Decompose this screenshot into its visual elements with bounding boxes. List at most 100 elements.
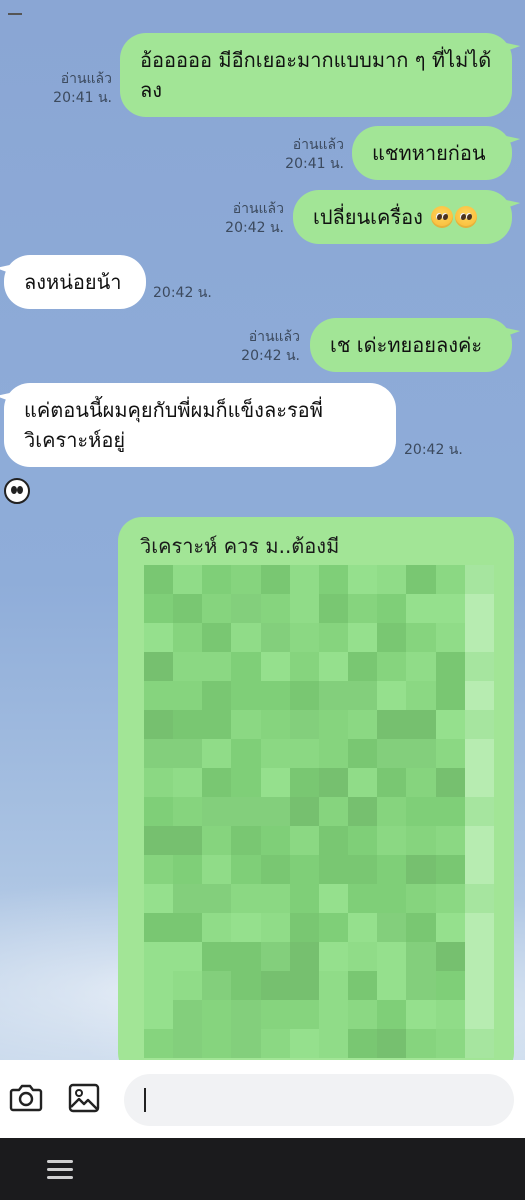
message-meta: 20:42 น. — [153, 284, 233, 303]
message-bubble-outgoing[interactable]: แชทหายก่อน — [352, 126, 512, 180]
mosaic-tile — [144, 942, 174, 971]
message-meta: อ่านแล้ว 20:42 น. — [210, 200, 284, 238]
mosaic-tile — [435, 565, 465, 594]
mosaic-tile — [289, 768, 319, 797]
mosaic-tile — [348, 594, 378, 623]
mosaic-tile — [289, 797, 319, 826]
mosaic-tile — [260, 710, 290, 739]
message-bubble-incoming[interactable]: ลงหน่อยน้า — [4, 255, 146, 309]
message-bubble-outgoing[interactable]: เช เด่ะทยอยลงค่ะ — [310, 318, 512, 372]
mosaic-tile — [318, 739, 349, 768]
mosaic-tile — [231, 826, 261, 855]
menu-icon[interactable] — [44, 1158, 76, 1182]
mosaic-tile — [377, 1000, 407, 1029]
mosaic-tile — [464, 739, 494, 768]
camera-icon[interactable] — [6, 1078, 46, 1118]
mosaic-tile — [377, 681, 407, 710]
mosaic-tile — [348, 1029, 378, 1058]
mosaic-tile — [435, 797, 465, 826]
mosaic-tile — [173, 681, 203, 710]
message-bubble-incoming[interactable]: แค่ตอนนี้ผมคุยกับพี่ผมก็แข็งละรอพี่วิเคร… — [4, 383, 396, 467]
mosaic-tile — [377, 855, 407, 884]
message-meta: 20:42 น. — [404, 441, 484, 460]
mosaic-tile — [464, 652, 494, 681]
mosaic-tile — [406, 710, 436, 739]
mosaic-tile — [231, 652, 261, 681]
mosaic-tile — [260, 913, 290, 942]
chat-area[interactable]: อ่านแล้ว 20:41 น. อ้อออออ มีอีกเยอะมากแบ… — [0, 0, 525, 1060]
mosaic-tile — [202, 1000, 232, 1029]
message-bubble-outgoing[interactable]: อ้อออออ มีอีกเยอะมากแบบมาก ๆ ที่ไม่ได้ลง — [120, 33, 512, 117]
mosaic-tile — [202, 971, 232, 1000]
mosaic-tile — [318, 826, 349, 855]
mosaic-tile — [144, 913, 174, 942]
mosaic-tile — [289, 942, 319, 971]
mosaic-tile — [406, 913, 436, 942]
mosaic-tile — [231, 739, 261, 768]
mosaic-tile — [289, 652, 319, 681]
mosaic-tile — [377, 768, 407, 797]
message-text: อ้อออออ มีอีกเยอะมากแบบมาก ๆ ที่ไม่ได้ลง — [140, 48, 492, 102]
mosaic-tile — [464, 710, 494, 739]
mosaic-tile — [231, 855, 261, 884]
mosaic-tile — [318, 710, 349, 739]
message-input[interactable] — [124, 1074, 514, 1126]
mosaic-tile — [318, 942, 349, 971]
mosaic-tile — [435, 971, 465, 1000]
mosaic-tile — [289, 594, 319, 623]
message-bubble-outgoing[interactable]: เปลี่ยนเครื่อง — [293, 190, 512, 244]
mosaic-tile — [406, 942, 436, 971]
pleading-face-icon — [431, 206, 454, 228]
mosaic-tile — [435, 1000, 465, 1029]
mosaic-tile — [318, 884, 349, 913]
mosaic-tile — [348, 884, 378, 913]
mosaic-tile — [231, 913, 261, 942]
mosaic-tile — [318, 652, 349, 681]
mosaic-tile — [173, 565, 203, 594]
mosaic-tile — [377, 884, 407, 913]
mosaic-tile — [377, 971, 407, 1000]
pleading-face-icon — [455, 206, 478, 228]
mosaic-tile — [202, 1029, 232, 1058]
image-icon[interactable] — [64, 1078, 104, 1118]
mosaic-tile — [144, 565, 174, 594]
mosaic-tile — [144, 623, 174, 652]
mosaic-tile — [435, 681, 465, 710]
mosaic-tile — [464, 1000, 494, 1029]
mosaic-tile — [231, 565, 261, 594]
mosaic-tile — [144, 971, 174, 1000]
message-meta: อ่านแล้ว 20:42 น. — [226, 328, 300, 366]
mosaic-tile — [202, 565, 232, 594]
mosaic-tile — [260, 1029, 290, 1058]
mosaic-tile — [289, 1029, 319, 1058]
mosaic-tile — [348, 826, 378, 855]
mosaic-tile — [202, 681, 232, 710]
mosaic-tile — [348, 623, 378, 652]
mosaic-tile — [289, 855, 319, 884]
message-bubble-outgoing-media[interactable]: วิเคราะห์ ควร ม..ต้องมี — [118, 517, 514, 1060]
mosaic-tile — [144, 652, 174, 681]
mosaic-tile — [348, 565, 378, 594]
mosaic-tile — [173, 594, 203, 623]
mosaic-tile — [289, 681, 319, 710]
timestamp: 20:41 น. — [53, 90, 112, 106]
mosaic-tile — [231, 681, 261, 710]
mosaic-tile — [260, 623, 290, 652]
mosaic-tile — [289, 565, 319, 594]
mosaic-tile — [435, 594, 465, 623]
mosaic-tile — [202, 826, 232, 855]
mosaic-tile — [260, 768, 290, 797]
mosaic-tile — [202, 797, 232, 826]
mosaic-tile — [202, 855, 232, 884]
sender-avatar-icon[interactable] — [4, 478, 30, 504]
media-title-text: วิเคราะห์ ควร ม..ต้องมี — [140, 534, 340, 558]
mosaic-tile — [144, 855, 174, 884]
mosaic-tile — [464, 884, 494, 913]
mosaic-tile — [435, 913, 465, 942]
mosaic-tile — [260, 797, 290, 826]
mosaic-tile — [464, 826, 494, 855]
message-text: เปลี่ยนเครื่อง — [313, 205, 423, 229]
mosaic-tile — [377, 1029, 407, 1058]
mosaic-tile — [318, 913, 349, 942]
mosaic-tile — [464, 1029, 494, 1058]
